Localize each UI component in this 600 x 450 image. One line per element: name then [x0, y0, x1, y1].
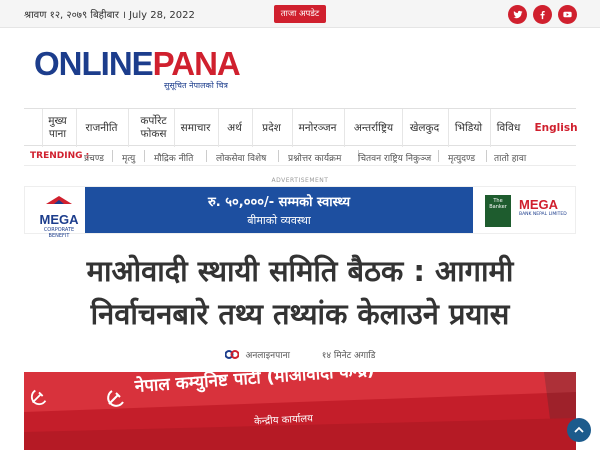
mega-brand-right: MEGA [519, 197, 558, 212]
headline-line-1: माओवादी स्थायी समिति बैठक : आगामी [86, 254, 514, 288]
trending-bar: TRENDING : प्रचण्ड मृत्यु मौद्रिक नीति ल… [24, 148, 576, 166]
nav-item-entertainment[interactable]: मनोरञ्जन [292, 109, 342, 147]
ad-line-1: रु. ५०,०००/- सम्मको स्वास्थ्य [208, 195, 350, 210]
scroll-to-top-button[interactable] [567, 418, 591, 442]
trending-item[interactable]: लोकसेवा विशेष [216, 151, 266, 164]
mega-logo-left: MEGA CORPORATE BENEFIT [35, 193, 83, 239]
trending-item[interactable]: चितवन राष्ट्रिय निकुञ्ज [358, 151, 431, 164]
logo-word-pana: PANA [152, 45, 241, 82]
site-logo[interactable]: ONLINEPANA सुसूचित नेपालको चित्र [34, 45, 241, 91]
trending-item[interactable]: प्रचण्ड [84, 151, 104, 164]
hammer-sickle-icon [107, 390, 124, 407]
mega-brand-left: MEGA [39, 212, 79, 227]
nav-item-economy[interactable]: अर्थ [218, 109, 250, 147]
headline-line-2: निर्वाचनबारे तथ्य तथ्यांक केलाउने प्रयास [90, 297, 510, 331]
article-headline: माओवादी स्थायी समिति बैठक : आगामी निर्वा… [20, 250, 580, 336]
advertisement-banner[interactable]: MEGA CORPORATE BENEFIT रु. ५०,०००/- सम्म… [24, 186, 576, 239]
article-hero-image: नेपाल कम्युनिष्ट पार्टी (माओवादी केन्द्र… [24, 372, 576, 450]
language-switch-english[interactable]: English [532, 109, 580, 147]
facebook-icon[interactable] [533, 5, 552, 24]
onlinepana-mini-logo-icon [224, 350, 239, 359]
trending-item[interactable]: तातो हावा [494, 151, 526, 164]
top-bar: श्रावण १२, २०७९ बिहीबार । July 28, 2022 … [0, 0, 600, 28]
trending-divider [438, 150, 439, 162]
mega-logo-right: MEGA BANK NEPAL LIMITED [519, 197, 575, 225]
logo-word-online: ONLINE [34, 45, 154, 82]
twitter-icon[interactable] [508, 5, 527, 24]
mega-plane-icon [46, 196, 72, 204]
trending-divider [278, 150, 279, 162]
trending-item[interactable]: मृत्यु [122, 151, 135, 164]
banker-award-badge: The Banker [485, 195, 511, 227]
nav-item-province[interactable]: प्रदेश [252, 109, 290, 147]
article-author[interactable]: अनलाइनपाना [245, 351, 290, 361]
ad-message: रु. ५०,०००/- सम्मको स्वास्थ्य बीमाको व्य… [85, 187, 473, 233]
article-time: १४ मिनेट अगाडि [321, 351, 376, 361]
chevron-up-icon [574, 426, 584, 433]
trending-label: TRENDING : [30, 151, 90, 161]
advertisement-label: ADVERTISEMENT [271, 177, 329, 184]
hammer-sickle-icon [30, 389, 47, 406]
logo-tagline: सुसूचित नेपालको चित्र [164, 81, 228, 90]
youtube-icon[interactable] [558, 5, 577, 24]
nav-item-news[interactable]: समाचार [174, 109, 216, 147]
trending-item[interactable]: प्रश्नोत्तर कार्यक्रम [288, 151, 341, 164]
trending-divider [206, 150, 207, 162]
nav-item-misc[interactable]: विविध [490, 109, 526, 147]
nav-item-politics[interactable]: राजनीति [76, 109, 126, 147]
nav-item-corporate[interactable]: कर्पोरेट फोकस [128, 109, 178, 147]
latest-update-button[interactable]: ताजा अपडेट [274, 5, 326, 23]
trending-divider [144, 150, 145, 162]
article-meta: अनलाइनपाना १४ मिनेट अगाडि [0, 348, 600, 361]
trending-divider [112, 150, 113, 162]
nav-item-video[interactable]: भिडियो [448, 109, 488, 147]
mega-sub-right: BANK NEPAL LIMITED [519, 212, 567, 217]
mega-sub-left: CORPORATE BENEFIT [43, 227, 75, 239]
nav-item-sports[interactable]: खेलकुद [402, 109, 446, 147]
trending-divider [486, 150, 487, 162]
trending-item[interactable]: मौद्रिक नीति [154, 151, 193, 164]
nav-item-international[interactable]: अन्तर्राष्ट्रिय [344, 109, 402, 147]
main-navigation: मुख्य पाना राजनीति कर्पोरेट फोकस समाचार … [24, 108, 578, 147]
current-date: श्रावण १२, २०७९ बिहीबार । July 28, 2022 [24, 10, 195, 21]
trending-item[interactable]: मृत्युदण्ड [448, 151, 475, 164]
ad-line-2: बीमाको व्यवस्था [247, 214, 311, 227]
nav-item-home[interactable]: मुख्य पाना [42, 109, 72, 147]
